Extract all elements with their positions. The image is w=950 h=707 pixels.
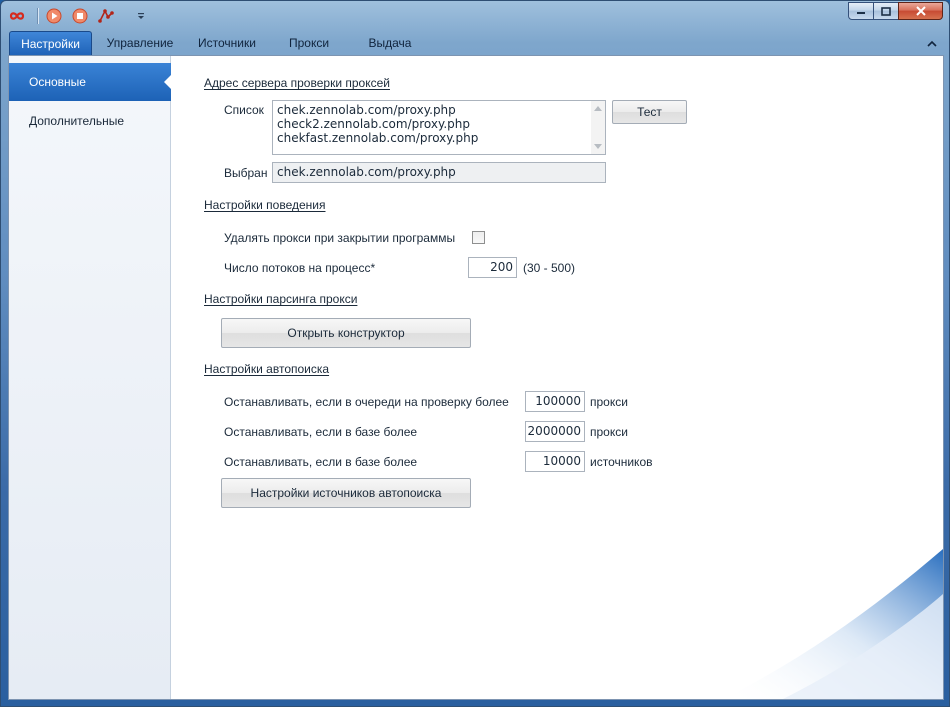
list-label: Список bbox=[224, 103, 264, 117]
title-bar bbox=[1, 1, 949, 31]
autosearch-sources-button[interactable]: Настройки источников автопоиска bbox=[221, 478, 471, 508]
list-scrollbar[interactable] bbox=[591, 101, 605, 154]
maximize-icon bbox=[881, 6, 891, 16]
minimize-icon bbox=[857, 12, 865, 14]
minimize-button[interactable] bbox=[848, 2, 874, 20]
tab-sources[interactable]: Источники bbox=[187, 31, 267, 55]
window-controls bbox=[848, 2, 943, 21]
tab-settings[interactable]: Настройки bbox=[9, 31, 92, 55]
selected-server-field: chek.zennolab.com/proxy.php bbox=[272, 162, 606, 183]
close-button[interactable] bbox=[898, 2, 943, 20]
list-item[interactable]: chek.zennolab.com/proxy.php bbox=[277, 103, 601, 117]
collapse-ribbon-icon[interactable] bbox=[927, 38, 937, 48]
scroll-up-icon[interactable] bbox=[594, 106, 602, 111]
queue-limit-unit: прокси bbox=[590, 395, 628, 409]
db-sources-limit-input[interactable]: 10000 bbox=[525, 451, 585, 472]
customize-toolbar-icon[interactable] bbox=[133, 8, 149, 24]
db-sources-limit-unit: источников bbox=[590, 455, 653, 469]
queue-limit-label: Останавливать, если в очереди на проверк… bbox=[224, 395, 509, 409]
list-item[interactable]: check2.zennolab.com/proxy.php bbox=[277, 117, 601, 131]
sidebar-item-additional[interactable]: Дополнительные bbox=[9, 102, 171, 140]
settings-panel: Адрес сервера проверки проксей Список ch… bbox=[171, 56, 943, 699]
threads-label: Число потоков на процесс* bbox=[224, 261, 376, 275]
tab-output[interactable]: Выдача bbox=[357, 31, 423, 55]
background-swoosh bbox=[723, 549, 943, 699]
proxy-check-section-title: Адрес сервера проверки проксей bbox=[204, 76, 390, 90]
ribbon-tabs: Настройки Управление Источники Прокси Вы… bbox=[1, 31, 949, 55]
network-icon[interactable] bbox=[98, 8, 114, 24]
threads-range-label: (30 - 500) bbox=[523, 261, 576, 275]
delete-on-close-label: Удалять прокси при закрытии программы bbox=[224, 231, 456, 245]
close-icon bbox=[915, 6, 926, 16]
queue-limit-input[interactable]: 100000 bbox=[525, 391, 585, 412]
play-icon[interactable] bbox=[46, 8, 62, 24]
sidebar: Основные Дополнительные bbox=[9, 56, 172, 699]
app-window: Настройки Управление Источники Прокси Вы… bbox=[0, 0, 950, 707]
db-sources-limit-label: Останавливать, если в базе более bbox=[224, 455, 418, 469]
open-constructor-button[interactable]: Открыть конструктор bbox=[221, 318, 471, 348]
behavior-section-title: Настройки поведения bbox=[204, 198, 326, 212]
toolbar-separator bbox=[37, 8, 38, 24]
sidebar-item-general[interactable]: Основные bbox=[9, 63, 172, 101]
threads-input[interactable]: 200 bbox=[468, 257, 517, 278]
tab-proxy[interactable]: Прокси bbox=[277, 31, 341, 55]
delete-on-close-checkbox[interactable] bbox=[472, 231, 485, 244]
stop-icon[interactable] bbox=[72, 8, 88, 24]
selected-label: Выбран bbox=[224, 166, 268, 180]
autosearch-section-title: Настройки автопоиска bbox=[204, 362, 330, 376]
app-logo-icon[interactable] bbox=[9, 8, 25, 24]
list-item[interactable]: chekfast.zennolab.com/proxy.php bbox=[277, 131, 601, 145]
db-proxy-limit-input[interactable]: 2000000 bbox=[525, 421, 585, 442]
parsing-section-title: Настройки парсинга прокси bbox=[204, 292, 358, 306]
db-proxy-limit-unit: прокси bbox=[590, 425, 628, 439]
client-area: Основные Дополнительные Адрес сервера пр… bbox=[8, 55, 944, 700]
scroll-down-icon[interactable] bbox=[594, 144, 602, 149]
db-proxy-limit-label: Останавливать, если в базе более bbox=[224, 425, 418, 439]
test-button[interactable]: Тест bbox=[612, 100, 687, 124]
tab-management[interactable]: Управление bbox=[99, 31, 181, 55]
proxy-server-list[interactable]: chek.zennolab.com/proxy.php check2.zenno… bbox=[272, 100, 606, 155]
maximize-button[interactable] bbox=[873, 2, 899, 20]
